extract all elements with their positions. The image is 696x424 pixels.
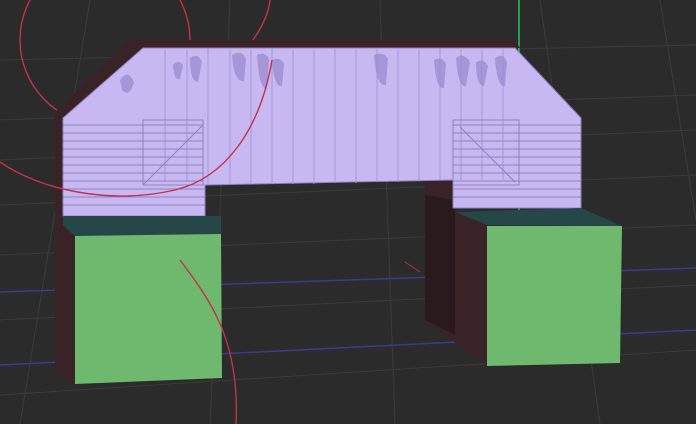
right-inner-pillar-shadow (425, 195, 455, 335)
left-block-top (63, 216, 221, 236)
right-block-front[interactable] (487, 226, 622, 366)
arch-top-edge (130, 40, 520, 48)
3d-viewport[interactable] (0, 0, 696, 424)
left-block-front[interactable] (75, 234, 222, 384)
